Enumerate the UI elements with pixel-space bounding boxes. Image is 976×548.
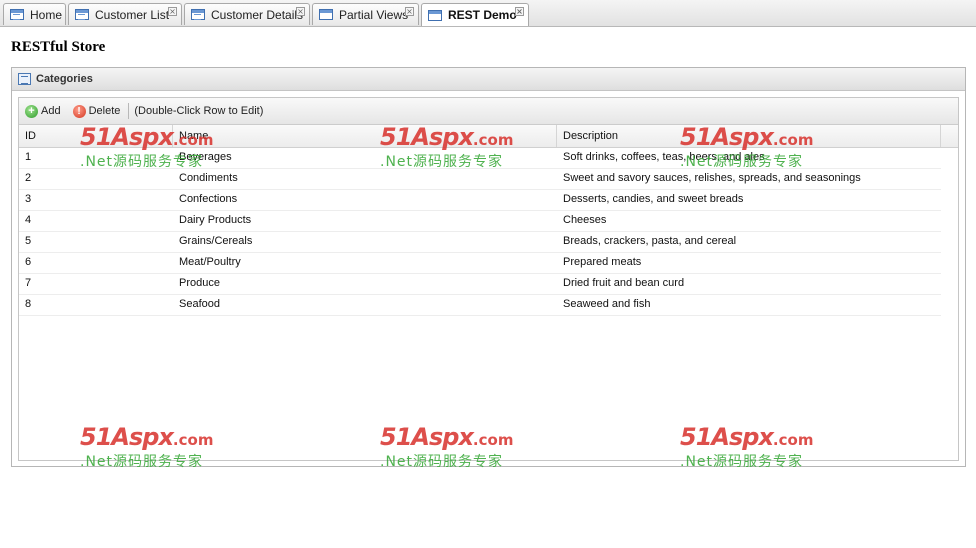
cell-description: Dried fruit and bean curd [563, 277, 685, 289]
tab-label: Customer List [95, 7, 170, 22]
grid-body: 1 Beverages Soft drinks, coffees, teas, … [19, 148, 941, 316]
cell-description: Sweet and savory sauces, relishes, sprea… [563, 172, 861, 184]
delete-label: Delete [88, 105, 121, 117]
close-icon[interactable]: × [405, 7, 414, 16]
close-icon[interactable]: × [296, 7, 305, 16]
add-icon: + [25, 104, 38, 118]
table-row[interactable]: 3 Confections Desserts, candies, and swe… [19, 190, 941, 211]
cell-name: Condiments [179, 172, 238, 184]
close-icon[interactable]: × [515, 7, 524, 16]
cell-description: Soft drinks, coffees, teas, beers, and a… [563, 151, 765, 163]
cell-name: Meat/Poultry [179, 256, 241, 268]
cell-name: Seafood [179, 298, 220, 310]
tab-customer-details[interactable]: Customer Details × [184, 3, 310, 25]
table-row[interactable]: 6 Meat/Poultry Prepared meats [19, 253, 941, 274]
panel-title: Categories [36, 73, 93, 85]
cell-description: Prepared meats [563, 256, 642, 268]
cell-id: 7 [25, 277, 32, 289]
column-header-name[interactable]: Name [173, 125, 557, 147]
column-header-description[interactable]: Description [557, 125, 941, 147]
tab-home[interactable]: Home [3, 3, 66, 25]
panel-header: Categories [12, 68, 965, 91]
page-title: RESTful Store [11, 39, 106, 55]
list-icon [191, 9, 205, 20]
delete-button[interactable]: ! Delete [72, 104, 121, 118]
cell-id: 4 [25, 214, 32, 226]
cell-description: Breads, crackers, pasta, and cereal [563, 235, 737, 247]
grid-icon [18, 73, 31, 85]
table-row[interactable]: 4 Dairy Products Cheeses [19, 211, 941, 232]
add-label: Add [41, 105, 61, 117]
column-header-row: ID Name Description [19, 125, 958, 148]
tab-partial-views[interactable]: Partial Views × [312, 3, 419, 25]
table-row[interactable]: 1 Beverages Soft drinks, coffees, teas, … [19, 148, 941, 169]
table-row[interactable]: 2 Condiments Sweet and savory sauces, re… [19, 169, 941, 190]
cell-id: 2 [25, 172, 32, 184]
tab-label: Home [30, 7, 63, 22]
cell-name: Grains/Cereals [179, 235, 253, 247]
close-icon[interactable]: × [168, 7, 177, 16]
table-row[interactable]: 5 Grains/Cereals Breads, crackers, pasta… [19, 232, 941, 253]
table-row[interactable]: 8 Seafood Seaweed and fish [19, 295, 941, 316]
delete-icon: ! [72, 104, 86, 118]
tab-bar: Home Customer List × Customer Details × … [0, 0, 976, 27]
edit-hint: (Double-Click Row to Edit) [134, 105, 264, 117]
cell-id: 5 [25, 235, 32, 247]
cell-name: Confections [179, 193, 238, 205]
cell-description: Cheeses [563, 214, 607, 226]
cell-id: 1 [25, 151, 32, 163]
column-header-id[interactable]: ID [19, 125, 173, 147]
cell-name: Dairy Products [179, 214, 252, 226]
window-icon [319, 9, 333, 20]
table-row[interactable]: 7 Produce Dried fruit and bean curd [19, 274, 941, 295]
tab-customer-list[interactable]: Customer List × [68, 3, 182, 25]
tab-label: Partial Views [339, 7, 409, 22]
categories-grid: + Add ! Delete (Double-Click Row to Edit… [18, 97, 959, 461]
tab-label: Customer Details [211, 7, 304, 22]
window-icon [428, 9, 442, 21]
cell-id: 8 [25, 298, 32, 310]
categories-panel: Categories + Add ! Delete (Double-Click … [11, 67, 966, 467]
cell-name: Beverages [179, 151, 232, 163]
toolbar-separator [128, 103, 130, 119]
add-button[interactable]: + Add [25, 104, 61, 118]
list-icon [10, 9, 24, 20]
tab-rest-demo[interactable]: REST Demo × [421, 3, 529, 26]
list-icon [75, 9, 89, 20]
cell-id: 3 [25, 193, 32, 205]
tab-label: REST Demo [448, 8, 517, 22]
cell-description: Seaweed and fish [563, 298, 651, 310]
cell-id: 6 [25, 256, 32, 268]
cell-description: Desserts, candies, and sweet breads [563, 193, 744, 205]
cell-name: Produce [179, 277, 220, 289]
grid-toolbar: + Add ! Delete (Double-Click Row to Edit… [19, 98, 958, 125]
